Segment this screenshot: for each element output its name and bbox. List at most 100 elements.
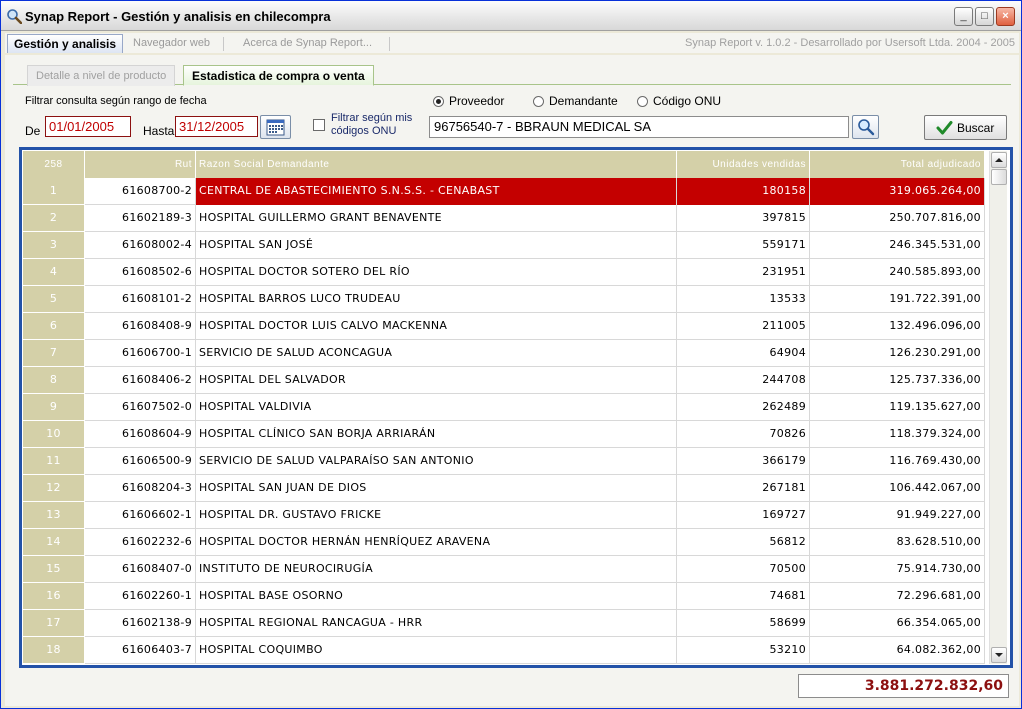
close-button[interactable]: ×	[996, 7, 1015, 26]
row-index: 14	[23, 529, 85, 556]
row-name: SERVICIO DE SALUD VALPARAÍSO SAN ANTONIO	[196, 448, 677, 475]
row-index: 15	[23, 556, 85, 583]
row-rut: 61608604-9	[85, 421, 196, 448]
radio-codigo-onu-label: Código ONU	[653, 94, 722, 108]
table-row[interactable]: 16 61602260-1 HOSPITAL BASE OSORNO 74681…	[23, 583, 985, 610]
row-total: 191.722.391,00	[810, 286, 985, 313]
radio-proveedor[interactable]	[433, 96, 444, 107]
row-index: 13	[23, 502, 85, 529]
row-name: HOSPITAL SAN JUAN DE DIOS	[196, 475, 677, 502]
row-name: HOSPITAL DOCTOR HERNÁN HENRÍQUEZ ARAVENA	[196, 529, 677, 556]
radio-proveedor-label: Proveedor	[449, 94, 505, 108]
to-date-input[interactable]: 31/12/2005	[175, 116, 258, 137]
table-row[interactable]: 7 61606700-1 SERVICIO DE SALUD ACONCAGUA…	[23, 340, 985, 367]
main-panel: Detalle a nivel de producto Estadistica …	[5, 55, 1019, 706]
scroll-up-button[interactable]	[991, 152, 1007, 168]
row-index: 10	[23, 421, 85, 448]
grid-body: 258 Rut Razon Social Demandante Unidades…	[23, 151, 985, 664]
vertical-scrollbar[interactable]	[989, 151, 1007, 664]
row-total: 91.949.227,00	[810, 502, 985, 529]
row-index: 17	[23, 610, 85, 637]
grid-header: 258 Rut Razon Social Demandante Unidades…	[23, 151, 985, 178]
tab-detalle-producto[interactable]: Detalle a nivel de producto	[27, 65, 176, 86]
tab-acerca-de[interactable]: Acerca de Synap Report...	[237, 34, 378, 53]
from-date-input[interactable]: 01/01/2005	[45, 116, 131, 137]
date-range-label: Filtrar consulta según rango de fecha	[25, 95, 207, 107]
table-row[interactable]: 2 61602189-3 HOSPITAL GUILLERMO GRANT BE…	[23, 205, 985, 232]
table-row[interactable]: 14 61602232-6 HOSPITAL DOCTOR HERNÁN HEN…	[23, 529, 985, 556]
row-total: 125.737.336,00	[810, 367, 985, 394]
calendar-button[interactable]	[260, 115, 291, 139]
row-index: 16	[23, 583, 85, 610]
to-label: Hasta	[143, 124, 175, 138]
row-index: 5	[23, 286, 85, 313]
row-rut: 61608002-4	[85, 232, 196, 259]
row-rut: 61608406-2	[85, 367, 196, 394]
row-total: 126.230.291,00	[810, 340, 985, 367]
checkmark-icon	[936, 121, 953, 135]
row-rut: 61602232-6	[85, 529, 196, 556]
onu-filter-checkbox[interactable]	[313, 119, 325, 131]
table-row[interactable]: 5 61608101-2 HOSPITAL BARROS LUCO TRUDEA…	[23, 286, 985, 313]
row-index: 6	[23, 313, 85, 340]
scroll-down-button[interactable]	[991, 647, 1007, 663]
row-index: 3	[23, 232, 85, 259]
maximize-button[interactable]: □	[975, 7, 994, 26]
tab-separator	[389, 37, 390, 51]
row-name: HOSPITAL DEL SALVADOR	[196, 367, 677, 394]
calendar-icon	[266, 119, 285, 136]
sub-tab-bar: Detalle a nivel de producto Estadistica …	[13, 63, 1011, 86]
row-units: 244708	[677, 367, 810, 394]
table-row[interactable]: 18 61606403-7 HOSPITAL COQUIMBO 53210 64…	[23, 637, 985, 664]
tab-navegador-web[interactable]: Navegador web	[127, 34, 216, 53]
scroll-thumb[interactable]	[991, 169, 1007, 185]
from-label: De	[25, 124, 41, 138]
row-units: 397815	[677, 205, 810, 232]
table-row[interactable]: 8 61608406-2 HOSPITAL DEL SALVADOR 24470…	[23, 367, 985, 394]
header-total[interactable]: Total adjudicado	[810, 151, 985, 178]
row-rut: 61607502-0	[85, 394, 196, 421]
row-total: 72.296.681,00	[810, 583, 985, 610]
buscar-button[interactable]: Buscar	[924, 115, 1007, 140]
table-row[interactable]: 17 61602138-9 HOSPITAL REGIONAL RANCAGUA…	[23, 610, 985, 637]
table-row[interactable]: 6 61608408-9 HOSPITAL DOCTOR LUIS CALVO …	[23, 313, 985, 340]
row-total: 132.496.096,00	[810, 313, 985, 340]
row-total: 240.585.893,00	[810, 259, 985, 286]
version-text: Synap Report v. 1.0.2 - Desarrollado por…	[685, 37, 1015, 49]
row-rut: 61606700-1	[85, 340, 196, 367]
table-row[interactable]: 4 61608502-6 HOSPITAL DOCTOR SOTERO DEL …	[23, 259, 985, 286]
search-input[interactable]: 96756540-7 - BBRAUN MEDICAL SA	[429, 116, 849, 138]
row-total: 250.707.816,00	[810, 205, 985, 232]
row-index: 2	[23, 205, 85, 232]
table-row[interactable]: 11 61606500-9 SERVICIO DE SALUD VALPARAÍ…	[23, 448, 985, 475]
title-bar[interactable]: Synap Report - Gestión y analisis en chi…	[1, 1, 1021, 31]
row-rut: 61608407-0	[85, 556, 196, 583]
row-total: 116.769.430,00	[810, 448, 985, 475]
radio-codigo-onu[interactable]	[637, 96, 648, 107]
table-row[interactable]: 9 61607502-0 HOSPITAL VALDIVIA 262489 11…	[23, 394, 985, 421]
table-row[interactable]: 1 61608700-2 CENTRAL DE ABASTECIMIENTO S…	[23, 178, 985, 205]
header-count[interactable]: 258	[23, 151, 85, 178]
row-total: 119.135.627,00	[810, 394, 985, 421]
header-name[interactable]: Razon Social Demandante	[196, 151, 677, 178]
table-row[interactable]: 13 61606602-1 HOSPITAL DR. GUSTAVO FRICK…	[23, 502, 985, 529]
header-rut[interactable]: Rut	[85, 151, 196, 178]
tab-estadistica[interactable]: Estadistica de compra o venta	[183, 65, 374, 86]
table-row[interactable]: 12 61608204-3 HOSPITAL SAN JUAN DE DIOS …	[23, 475, 985, 502]
table-row[interactable]: 15 61608407-0 INSTITUTO DE NEUROCIRUGÍA …	[23, 556, 985, 583]
table-row[interactable]: 10 61608604-9 HOSPITAL CLÍNICO SAN BORJA…	[23, 421, 985, 448]
header-units[interactable]: Unidades vendidas	[677, 151, 810, 178]
radio-demandante[interactable]	[533, 96, 544, 107]
row-name: HOSPITAL DOCTOR LUIS CALVO MACKENNA	[196, 313, 677, 340]
search-button[interactable]	[852, 115, 879, 139]
minimize-button[interactable]: _	[954, 7, 973, 26]
row-name: HOSPITAL COQUIMBO	[196, 637, 677, 664]
row-total: 66.354.065,00	[810, 610, 985, 637]
buscar-button-label: Buscar	[957, 121, 995, 135]
table-row[interactable]: 3 61608002-4 HOSPITAL SAN JOSÉ 559171 24…	[23, 232, 985, 259]
results-grid: 258 Rut Razon Social Demandante Unidades…	[19, 147, 1013, 668]
tab-gestion-analisis[interactable]: Gestión y analisis	[7, 34, 124, 53]
row-index: 7	[23, 340, 85, 367]
row-units: 366179	[677, 448, 810, 475]
row-rut: 61606500-9	[85, 448, 196, 475]
